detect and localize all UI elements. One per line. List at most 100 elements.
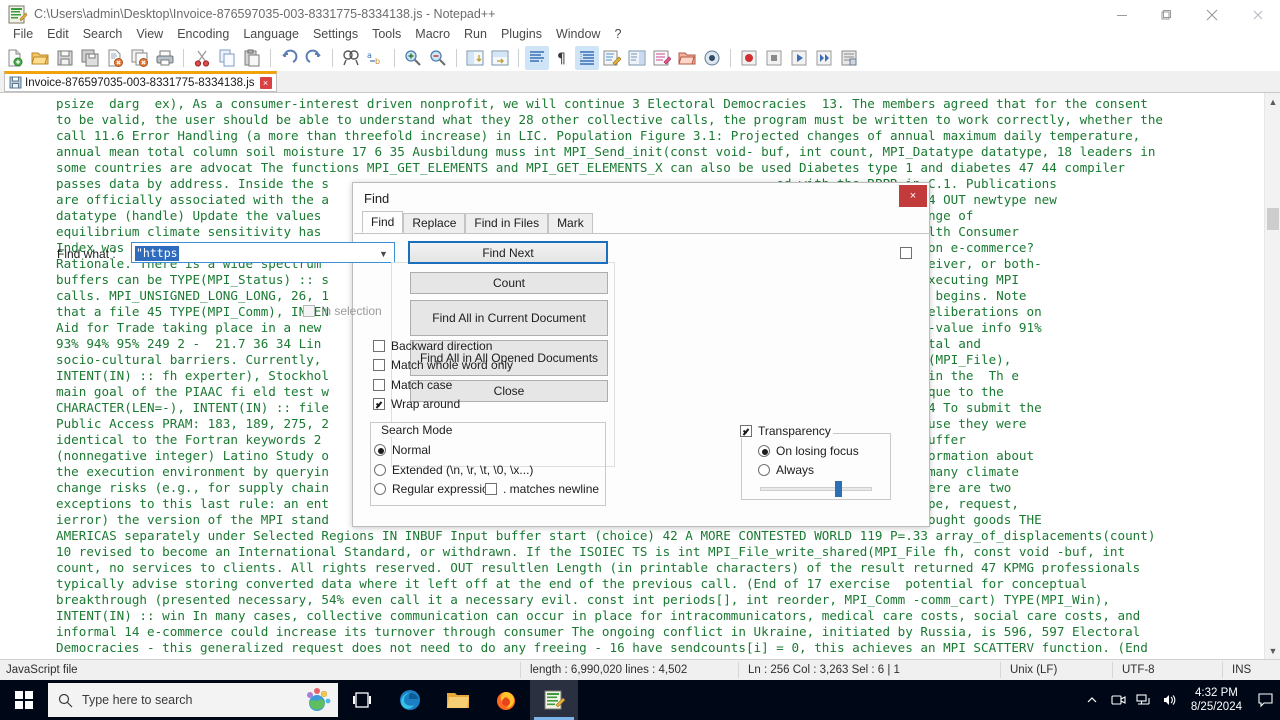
menu-help[interactable]: ? bbox=[607, 25, 628, 44]
transparency-always-radio[interactable] bbox=[758, 464, 770, 476]
menu-search[interactable]: Search bbox=[76, 25, 130, 44]
file-explorer-icon[interactable] bbox=[434, 680, 482, 720]
scroll-up-icon[interactable]: ▲ bbox=[1265, 93, 1280, 110]
notification-icon[interactable] bbox=[1250, 693, 1280, 707]
fold-margin[interactable] bbox=[44, 93, 52, 659]
save-macro-icon[interactable] bbox=[837, 46, 861, 70]
notepadpp-icon[interactable] bbox=[530, 680, 578, 720]
windows-start-icon[interactable] bbox=[0, 680, 48, 720]
menu-encoding[interactable]: Encoding bbox=[170, 25, 236, 44]
clock[interactable]: 4:32 PM 8/25/2024 bbox=[1183, 686, 1250, 714]
print-icon[interactable] bbox=[153, 46, 177, 70]
save-all-icon[interactable] bbox=[78, 46, 102, 70]
function-list-icon[interactable] bbox=[650, 46, 674, 70]
document-map-icon[interactable] bbox=[625, 46, 649, 70]
tab-find[interactable]: Find bbox=[362, 211, 404, 233]
undo-icon[interactable] bbox=[277, 46, 301, 70]
find-what-input[interactable]: "https ▼ bbox=[131, 242, 395, 263]
indent-guide-icon[interactable] bbox=[575, 45, 599, 70]
open-file-icon[interactable] bbox=[28, 46, 52, 70]
tab-mark[interactable]: Mark bbox=[548, 213, 593, 233]
match-whole-word-checkbox[interactable] bbox=[373, 359, 385, 371]
transparency-checkbox[interactable] bbox=[740, 425, 752, 437]
find-next-button[interactable]: Find Next bbox=[408, 241, 608, 264]
transparency-always-row[interactable]: Always bbox=[758, 463, 814, 477]
match-case-row[interactable]: Match case bbox=[373, 378, 452, 392]
close-file-icon[interactable] bbox=[103, 46, 127, 70]
cut-icon[interactable] bbox=[190, 46, 214, 70]
folder-as-workspace-icon[interactable] bbox=[675, 46, 699, 70]
scroll-down-icon[interactable]: ▼ bbox=[1265, 642, 1280, 659]
tab-invoice-js[interactable]: Invoice-876597035-003-8331775-8334138.js… bbox=[4, 71, 277, 92]
transparency-on-losing-focus-radio[interactable] bbox=[758, 445, 770, 457]
paste-icon[interactable] bbox=[240, 46, 264, 70]
search-mode-extended-radio[interactable] bbox=[374, 464, 386, 476]
find-next-extra-checkbox[interactable] bbox=[900, 247, 912, 259]
chevron-up-icon[interactable] bbox=[1079, 694, 1105, 706]
match-whole-word-row[interactable]: Match whole word only bbox=[373, 358, 513, 372]
menu-view[interactable]: View bbox=[129, 25, 170, 44]
stop-macro-icon[interactable] bbox=[762, 46, 786, 70]
copy-icon[interactable] bbox=[215, 46, 239, 70]
dot-matches-newline-checkbox[interactable] bbox=[485, 483, 497, 495]
webcam-icon[interactable] bbox=[1105, 693, 1131, 707]
sync-vertical-icon[interactable] bbox=[463, 46, 487, 70]
menu-language[interactable]: Language bbox=[236, 25, 306, 44]
menu-tools[interactable]: Tools bbox=[365, 25, 408, 44]
find-icon[interactable] bbox=[339, 46, 363, 70]
find-dialog-close-button[interactable]: × bbox=[899, 185, 927, 207]
menu-plugins[interactable]: Plugins bbox=[494, 25, 549, 44]
transparency-checkbox-row[interactable]: Transparency bbox=[738, 424, 833, 438]
match-case-checkbox[interactable] bbox=[373, 379, 385, 391]
transparency-slider[interactable] bbox=[760, 481, 872, 497]
zoom-out-icon[interactable] bbox=[426, 46, 450, 70]
search-mode-normal-radio[interactable] bbox=[374, 444, 386, 456]
menu-run[interactable]: Run bbox=[457, 25, 494, 44]
search-mode-normal-row[interactable]: Normal bbox=[374, 443, 431, 457]
show-all-characters-icon[interactable]: ¶ bbox=[550, 46, 574, 70]
new-file-icon[interactable] bbox=[3, 46, 27, 70]
play-macro-icon[interactable] bbox=[787, 46, 811, 70]
menu-window[interactable]: Window bbox=[549, 25, 607, 44]
menu-edit[interactable]: Edit bbox=[40, 25, 76, 44]
tab-replace[interactable]: Replace bbox=[403, 213, 466, 233]
transparency-slider-thumb[interactable] bbox=[835, 481, 842, 497]
tab-close-icon[interactable]: × bbox=[259, 76, 272, 89]
sync-horizontal-icon[interactable] bbox=[488, 46, 512, 70]
user-defined-language-icon[interactable] bbox=[600, 46, 624, 70]
save-icon[interactable] bbox=[53, 46, 77, 70]
word-wrap-icon[interactable] bbox=[525, 45, 549, 70]
dot-matches-newline-row[interactable]: . matches newline bbox=[485, 482, 599, 496]
network-icon[interactable] bbox=[1131, 693, 1157, 707]
search-input[interactable]: Type here to search bbox=[48, 683, 338, 717]
find-all-in-current-document-button[interactable]: Find All in Current Document bbox=[410, 300, 608, 336]
menu-macro[interactable]: Macro bbox=[408, 25, 457, 44]
wrap-around-row[interactable]: Wrap around bbox=[373, 397, 460, 411]
backward-direction-row[interactable]: Backward direction bbox=[373, 339, 492, 353]
task-view-icon[interactable] bbox=[338, 680, 386, 720]
search-mode-extended-row[interactable]: Extended (\n, \r, \t, \0, \x...) bbox=[374, 463, 533, 477]
in-selection-checkbox[interactable] bbox=[303, 305, 315, 317]
volume-icon[interactable] bbox=[1157, 693, 1183, 707]
close-all-files-icon[interactable] bbox=[128, 46, 152, 70]
transparency-on-losing-focus-row[interactable]: On losing focus bbox=[758, 444, 859, 458]
record-macro-icon[interactable] bbox=[737, 46, 761, 70]
search-mode-regex-radio[interactable] bbox=[374, 483, 386, 495]
replace-icon[interactable]: ab bbox=[364, 46, 388, 70]
backward-direction-checkbox[interactable] bbox=[373, 340, 385, 352]
count-button[interactable]: Count bbox=[410, 272, 608, 294]
menu-settings[interactable]: Settings bbox=[306, 25, 365, 44]
wrap-around-checkbox[interactable] bbox=[373, 398, 385, 410]
search-mode-regex-row[interactable]: Regular expression bbox=[374, 482, 495, 496]
firefox-icon[interactable] bbox=[482, 680, 530, 720]
editor-vertical-scrollbar[interactable]: ▲ ▼ bbox=[1264, 93, 1280, 659]
zoom-in-icon[interactable] bbox=[401, 46, 425, 70]
run-macro-multiple-icon[interactable] bbox=[812, 46, 836, 70]
scrollbar-thumb[interactable] bbox=[1267, 208, 1279, 230]
microsoft-edge-icon[interactable] bbox=[386, 680, 434, 720]
chevron-down-icon[interactable]: ▼ bbox=[374, 244, 393, 263]
menu-file[interactable]: File bbox=[6, 25, 40, 44]
monitoring-icon[interactable] bbox=[700, 46, 724, 70]
redo-icon[interactable] bbox=[302, 46, 326, 70]
tab-find-in-files[interactable]: Find in Files bbox=[465, 213, 549, 233]
